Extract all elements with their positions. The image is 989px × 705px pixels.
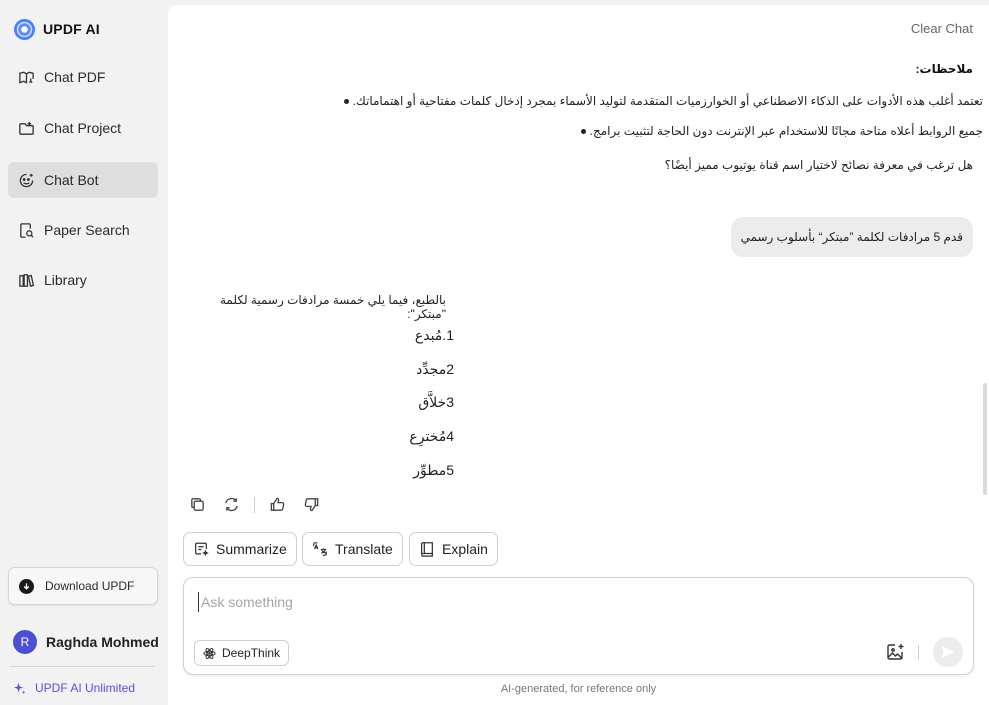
- sidebar-divider: [10, 666, 155, 667]
- sidebar-item-label: Chat Bot: [44, 172, 99, 188]
- synonym-item: 4مُخترِع: [409, 428, 454, 444]
- action-divider: [254, 496, 255, 513]
- synonym-item: 3خلاَّق: [418, 394, 454, 410]
- sidebar-item-label: Chat PDF: [44, 69, 106, 85]
- updf-logo-icon: [14, 18, 35, 40]
- sidebar-item-paper-search[interactable]: Paper Search: [8, 212, 158, 248]
- ai-disclaimer: AI-generated, for reference only: [500, 683, 657, 695]
- sidebar-item-library[interactable]: Library: [8, 262, 158, 298]
- download-label: Download UPDF: [45, 579, 135, 593]
- notes-heading: ملاحظات:: [915, 62, 973, 76]
- note-text: تعتمد أغلب هذه الأدوات على الذكاء الاصطن…: [352, 94, 983, 108]
- scrollbar-thumb[interactable]: [983, 383, 987, 495]
- paper-search-icon: [20, 222, 34, 238]
- sidebar-item-label: Library: [44, 272, 87, 288]
- summarize-button[interactable]: Summarize: [183, 532, 297, 566]
- send-icon: [941, 646, 955, 658]
- upgrade-plan-link[interactable]: UPDF AI Unlimited: [13, 681, 135, 695]
- sidebar-item-label: Paper Search: [44, 222, 130, 238]
- plan-label: UPDF AI Unlimited: [35, 681, 136, 695]
- atom-icon: [203, 647, 216, 659]
- book-open-icon: [19, 71, 34, 84]
- brand[interactable]: UPDF AI: [14, 18, 100, 40]
- chat-input[interactable]: [198, 592, 838, 612]
- sidebar-item-chat-project[interactable]: Chat Project: [8, 110, 158, 146]
- sidebar-item-chat-pdf[interactable]: Chat PDF: [8, 59, 158, 95]
- brand-name: UPDF AI: [43, 21, 100, 37]
- user-profile[interactable]: R Raghda Mohmed: [13, 630, 159, 654]
- translate-button[interactable]: Translate: [302, 532, 403, 566]
- bullet: [580, 128, 586, 134]
- send-button[interactable]: [933, 637, 963, 667]
- bot-face-icon: [19, 173, 34, 187]
- note-item: جميع الروابط أعلاه متاحة مجانًا للاستخدا…: [580, 124, 983, 138]
- user-message-bubble: قدم 5 مرادفات لكلمة ”مبتكر“ بأسلوب رسمي: [730, 217, 973, 257]
- regenerate-button[interactable]: [220, 493, 243, 516]
- summarize-label: Summarize: [216, 541, 287, 557]
- user-name: Raghda Mohmed: [46, 634, 159, 650]
- sidebar-item-chat-bot[interactable]: Chat Bot: [8, 162, 158, 198]
- synonym-item: 1.مُبدع: [414, 327, 454, 343]
- message-actions: [186, 493, 334, 516]
- like-button[interactable]: [266, 493, 289, 516]
- thumbs-up-icon: [270, 497, 285, 511]
- add-image-icon[interactable]: [884, 641, 906, 663]
- book-icon: [421, 542, 433, 557]
- deepthink-label: DeepThink: [222, 646, 281, 660]
- chat-panel: Clear Chat ملاحظات: تعتمد أغلب هذه الأدو…: [168, 5, 989, 705]
- input-divider: [918, 645, 919, 660]
- synonym-item: 5مطوِّر: [413, 462, 454, 478]
- copy-icon: [191, 498, 204, 511]
- download-updf-button[interactable]: Download UPDF: [8, 567, 158, 605]
- refresh-icon: [225, 497, 238, 512]
- summarize-icon: [195, 542, 209, 557]
- note-text: جميع الروابط أعلاه متاحة مجانًا للاستخدا…: [589, 124, 983, 138]
- sidebar: UPDF AI Chat PDF Chat Project Chat Bot P…: [0, 0, 166, 705]
- deepthink-toggle[interactable]: DeepThink: [194, 640, 290, 666]
- dislike-button[interactable]: [300, 493, 323, 516]
- answer-intro: بالطبع، فيما يلي خمسة مرادفات رسمية لكلم…: [219, 293, 446, 321]
- library-icon: [19, 273, 35, 287]
- sidebar-item-label: Chat Project: [44, 120, 122, 136]
- folder-icon: [19, 121, 34, 135]
- chat-input-box: DeepThink: [183, 577, 974, 675]
- download-icon: [19, 578, 34, 594]
- avatar: R: [13, 630, 37, 654]
- copy-button[interactable]: [186, 493, 209, 516]
- thumbs-down-icon: [304, 498, 319, 512]
- sparkle-icon: [13, 682, 26, 694]
- explain-button[interactable]: Explain: [409, 532, 498, 566]
- bullet: [343, 98, 349, 104]
- translate-label: Translate: [335, 541, 393, 557]
- assistant-question: هل ترغب في معرفة نصائح لاختيار اسم قناة …: [664, 158, 973, 172]
- translate-icon: [313, 542, 327, 556]
- explain-label: Explain: [442, 541, 488, 557]
- clear-chat-button[interactable]: Clear Chat: [911, 21, 973, 36]
- note-item: تعتمد أغلب هذه الأدوات على الذكاء الاصطن…: [343, 94, 983, 108]
- synonym-item: 2مجدِّد: [416, 361, 454, 377]
